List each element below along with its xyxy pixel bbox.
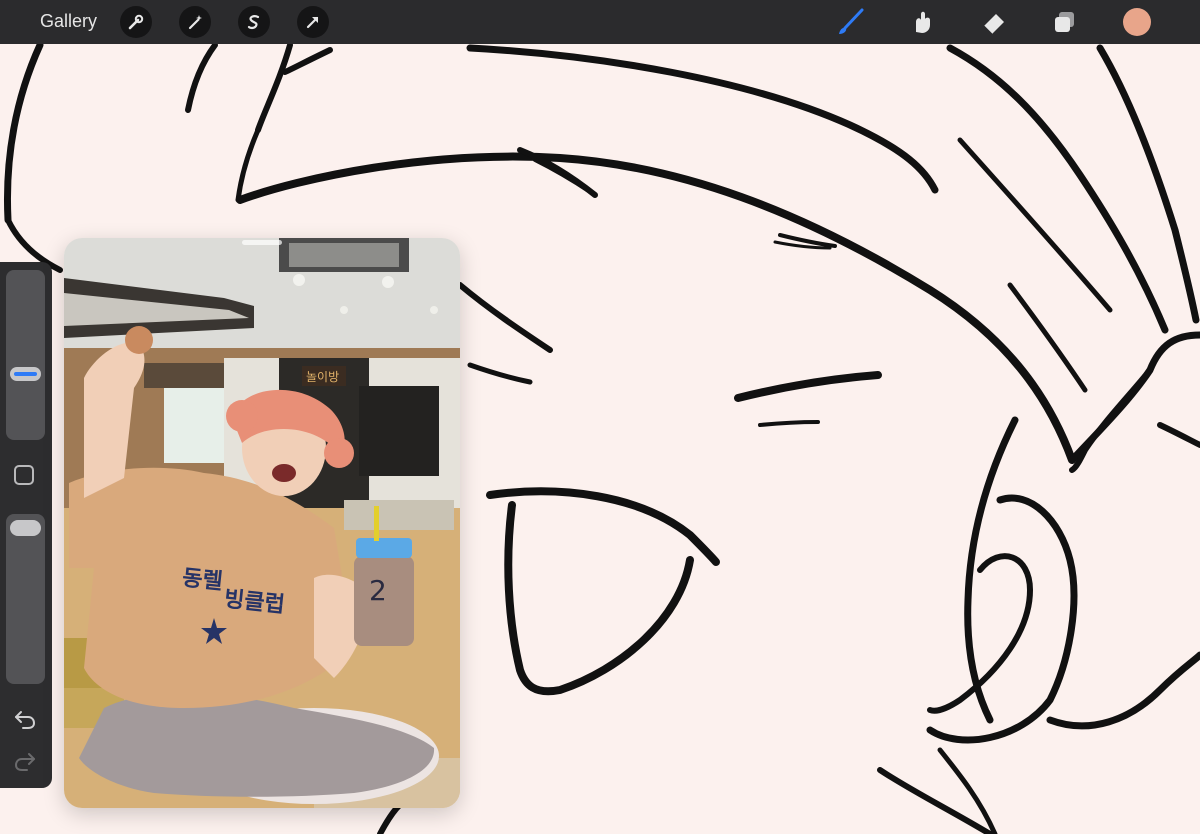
transform-button[interactable] [297,6,329,38]
layers-icon [1055,12,1074,32]
undo-icon [15,711,36,729]
smudge-icon [916,11,930,33]
reference-window-handle[interactable] [242,240,282,245]
top-toolbar: Gallery [0,0,1200,44]
selection-s-icon [247,15,260,30]
eraser-button[interactable] [978,6,1010,38]
brush-size-slider[interactable] [6,270,45,440]
redo-button[interactable] [13,750,37,777]
shirt-text-line1: 동렐 [181,566,224,595]
brush-button[interactable] [834,6,866,38]
opacity-slider[interactable] [6,514,45,684]
brush-size-indicator [14,371,37,376]
transform-arrow-icon [306,16,319,29]
magic-wand-icon [188,15,202,30]
selection-button[interactable] [238,6,270,38]
modify-button[interactable] [14,465,34,485]
undo-button[interactable] [13,708,37,735]
reference-window[interactable]: 동렐 빙클럽 2 놀이방 [64,238,460,808]
layers-button[interactable] [1049,6,1081,38]
actions-button[interactable] [120,6,152,38]
gallery-button[interactable]: Gallery [40,11,97,32]
room-sign-text: 놀이방 [306,370,339,384]
left-sidebar [0,262,52,788]
eraser-icon [983,14,1004,35]
smudge-button[interactable] [906,6,938,38]
redo-icon [14,753,35,771]
cup-text: 2 [369,574,387,607]
brush-size-thumb[interactable] [10,366,41,381]
opacity-thumb[interactable] [10,520,41,537]
color-picker-button[interactable] [1123,8,1151,36]
reference-photo: 동렐 빙클럽 2 놀이방 [64,238,460,808]
brush-icon [839,8,864,34]
wrench-icon [128,14,144,30]
adjustments-button[interactable] [179,6,211,38]
